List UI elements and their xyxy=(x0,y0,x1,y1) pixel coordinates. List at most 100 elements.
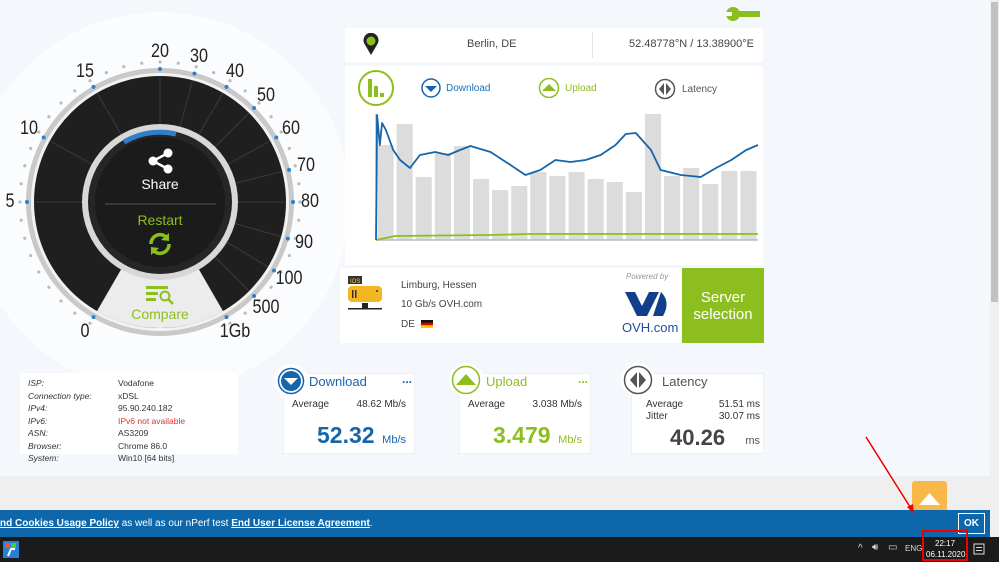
download-title: Download xyxy=(309,374,367,389)
latency-badge xyxy=(621,363,655,397)
notifications-icon[interactable] xyxy=(973,543,985,556)
volume-icon[interactable]: 🔊︎ xyxy=(872,542,878,553)
divider xyxy=(592,32,593,58)
info-value: Chrome 86.0 xyxy=(118,440,168,451)
latency-bar xyxy=(453,146,470,240)
gauge-dot xyxy=(59,101,63,105)
gauge-dot xyxy=(287,146,291,151)
gauge-dot xyxy=(29,253,33,258)
gauge-label: 40 xyxy=(226,61,244,83)
location-city: Berlin, DE xyxy=(467,38,517,50)
info-row: IPv6: IPv6 not available xyxy=(28,416,185,427)
gauge-label: 30 xyxy=(189,46,208,68)
gauge-dot xyxy=(122,65,126,69)
gauge-label: 60 xyxy=(282,118,301,140)
info-label: IPv6: xyxy=(28,415,48,426)
gauge-tick xyxy=(91,315,96,320)
restart-button[interactable]: Restart xyxy=(137,212,182,228)
gauge-tick xyxy=(91,84,96,89)
gauge-label: 90 xyxy=(295,232,314,254)
tray-chevron-icon[interactable]: ^ xyxy=(858,543,863,554)
refresh-icon[interactable] xyxy=(147,231,173,257)
gauge-dot xyxy=(269,115,273,119)
info-label: IPv4: xyxy=(28,403,48,413)
network-icon[interactable]: ▭ xyxy=(888,542,897,553)
info-value: xDSL xyxy=(118,390,139,401)
gauge-tick xyxy=(287,167,292,172)
latency-bar xyxy=(549,176,566,240)
upload-unit: Mb/s xyxy=(558,434,582,446)
info-row: ASN: AS3209 xyxy=(28,428,185,439)
gauge-dot xyxy=(176,61,180,65)
gauge-tick xyxy=(192,71,197,76)
share-icon[interactable] xyxy=(147,147,175,175)
scrollbar-thumb[interactable] xyxy=(991,2,998,302)
gauge-dot xyxy=(23,236,27,240)
upload-more-button[interactable]: ... xyxy=(578,372,588,386)
download-icon xyxy=(277,367,305,395)
info-label: Connection type: xyxy=(28,390,92,401)
powered-by: Powered by xyxy=(626,272,669,281)
server-selection-button[interactable]: Server selection xyxy=(682,268,764,343)
compare-icon[interactable] xyxy=(146,285,174,305)
gauge-tick xyxy=(224,84,229,89)
jitter-label: Jitter xyxy=(646,411,668,422)
ovh-brand: OVH.com xyxy=(622,320,679,335)
annotation-box xyxy=(922,530,968,561)
info-value: Win10 [64 bits] xyxy=(118,453,175,463)
app-icon[interactable] xyxy=(3,541,19,558)
gauge-tick xyxy=(285,236,290,241)
gauge-dot xyxy=(297,218,301,222)
gauge-tick xyxy=(158,67,162,71)
latency-bar xyxy=(702,184,719,240)
upload-badge xyxy=(449,363,483,397)
cookie-text-end: . xyxy=(369,518,373,529)
svg-text:IOS: IOS xyxy=(350,279,360,285)
gauge-tick xyxy=(224,315,229,320)
page-section xyxy=(0,476,990,510)
info-label: System: xyxy=(28,453,59,463)
gauge-dot xyxy=(47,115,51,119)
cookies-policy-link[interactable]: nd Cookies Usage Policy xyxy=(0,518,119,529)
upload-title: Upload xyxy=(486,374,528,389)
latency-bar xyxy=(625,192,642,240)
language-indicator[interactable]: ENG xyxy=(905,544,922,553)
gauge-tick xyxy=(291,200,295,204)
gauge-label: 70 xyxy=(296,154,315,176)
server-country: DE xyxy=(401,319,415,330)
connection-info: ISP: Vodafone Connection type: xDSL IPv4: 95.… xyxy=(20,373,238,463)
latency-bar xyxy=(606,182,623,240)
gauge-dot xyxy=(140,61,144,65)
scrollbar[interactable] xyxy=(990,0,999,537)
info-label: ASN: xyxy=(28,428,48,438)
download-avg-label: Average xyxy=(292,399,330,410)
germany-flag-icon xyxy=(421,320,433,328)
wrench-icon[interactable] xyxy=(726,6,760,22)
gauge-dot xyxy=(104,71,109,75)
latency-value: 40.26 xyxy=(670,425,726,450)
share-button[interactable]: Share xyxy=(141,176,178,192)
latency-bar xyxy=(473,179,490,240)
ovh-logo xyxy=(625,292,667,316)
eula-link[interactable]: End User License Agreement xyxy=(231,518,370,529)
latency-bar xyxy=(434,153,451,240)
location-coords: 52.48778°N / 13.38900°E xyxy=(629,38,755,50)
gauge-label: 15 xyxy=(76,61,94,83)
gauge-dot xyxy=(211,71,216,75)
gauge-dot xyxy=(269,285,273,289)
download-badge xyxy=(274,364,308,398)
info-row: Browser: Chrome 86.0 xyxy=(28,441,185,452)
gauge-dot xyxy=(23,164,27,168)
info-label: ISP: xyxy=(28,378,45,388)
compare-button[interactable]: Compare xyxy=(131,306,189,322)
latency-bar xyxy=(664,176,681,240)
gauge-dot xyxy=(297,182,301,186)
download-value: 52.32 xyxy=(317,422,375,448)
info-row: IPv4: 95.90.240.182 xyxy=(28,403,185,414)
download-more-button[interactable]: ... xyxy=(402,372,412,386)
latency-avg: 51.51 ms xyxy=(718,399,760,410)
cookie-text: as well as our nPerf test xyxy=(118,518,232,529)
latency-bar xyxy=(511,186,528,240)
upload-icon xyxy=(451,365,481,395)
gauge-dot xyxy=(287,253,291,258)
